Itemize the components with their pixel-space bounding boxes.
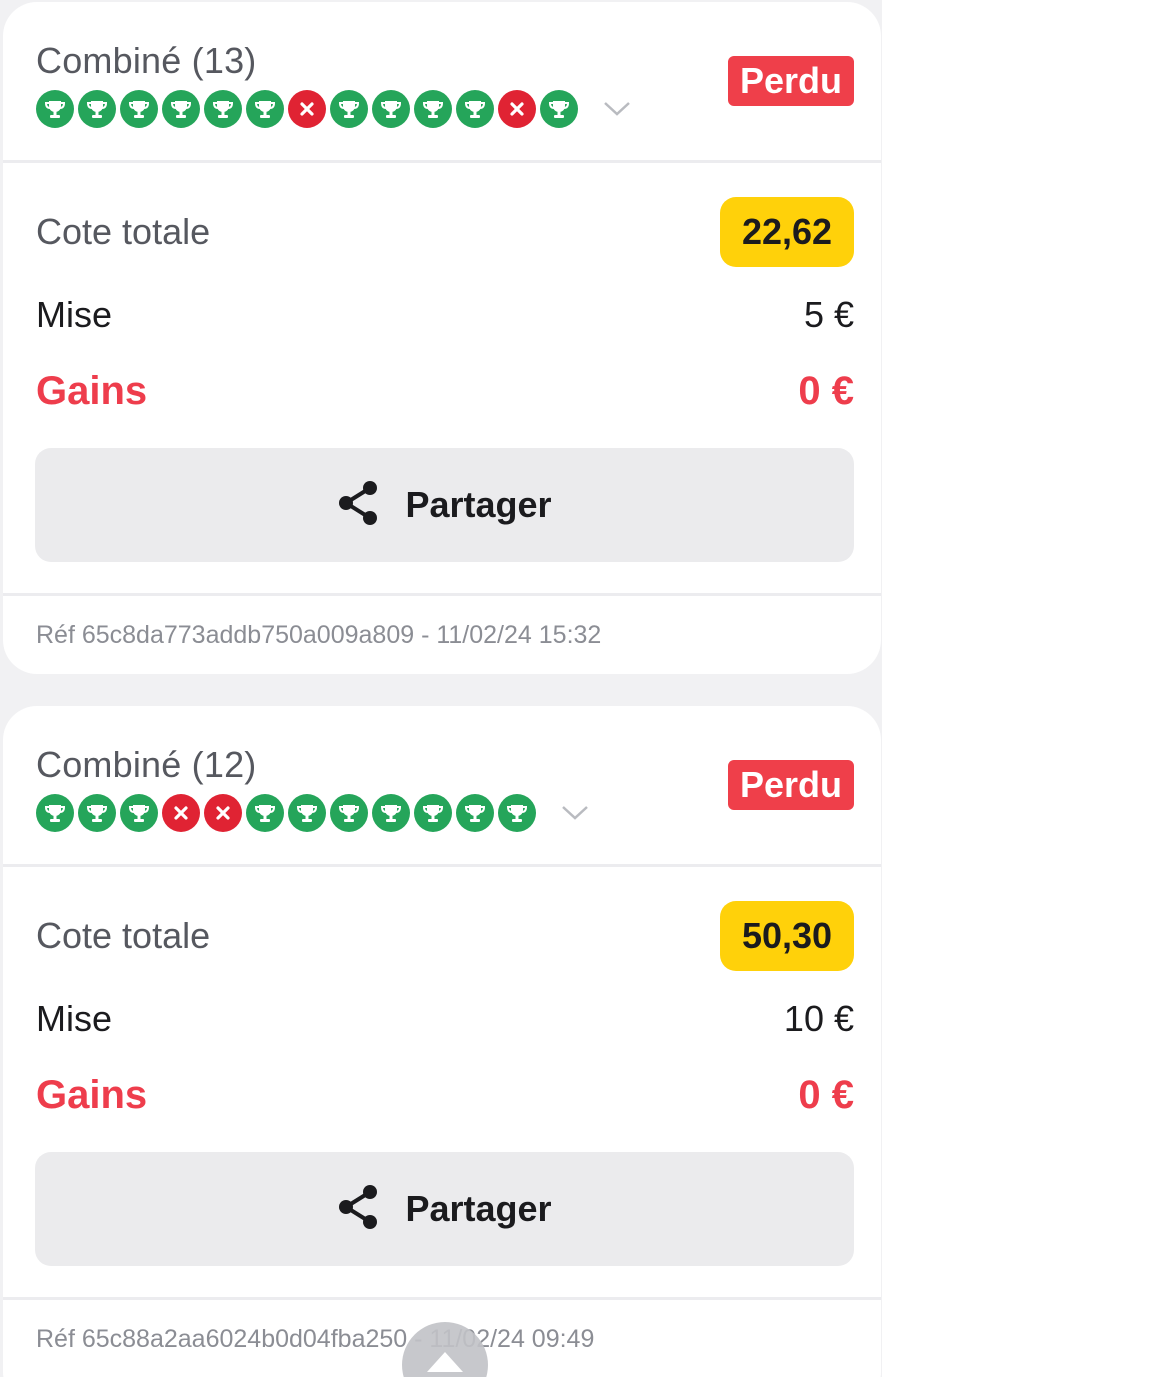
trophy-icon xyxy=(540,90,578,128)
bet-title: Combiné (12) xyxy=(36,744,257,785)
trophy-icon xyxy=(456,90,494,128)
bet-legs xyxy=(36,90,632,128)
winnings-label: Gains xyxy=(36,368,148,413)
trophy-icon xyxy=(414,90,452,128)
bet-card-header[interactable]: Combiné (12) Perdu xyxy=(3,706,881,867)
bet-title: Combiné (13) xyxy=(36,40,257,81)
trophy-icon xyxy=(372,794,410,832)
trophy-icon xyxy=(456,794,494,832)
cross-icon xyxy=(204,794,242,832)
trophy-icon xyxy=(36,90,74,128)
winnings-value: 0 € xyxy=(798,1072,854,1117)
cross-icon xyxy=(498,90,536,128)
stake-value: 10 € xyxy=(783,998,854,1039)
trophy-icon xyxy=(498,794,536,832)
bet-list: Combiné (13) Perdu Cote totale 22,62 Mis… xyxy=(0,0,882,1377)
total-odds-badge: 22,62 xyxy=(720,197,854,267)
bet-card: Combiné (13) Perdu Cote totale 22,62 Mis… xyxy=(3,2,881,674)
share-label: Partager xyxy=(405,484,552,525)
trophy-icon xyxy=(414,794,452,832)
trophy-icon xyxy=(288,794,326,832)
trophy-icon xyxy=(162,90,200,128)
status-badge: Perdu xyxy=(727,56,854,106)
winnings-row: Gains 0 € xyxy=(36,1071,854,1119)
trophy-icon xyxy=(120,90,158,128)
bet-history-screen: Combiné (13) Perdu Cote totale 22,62 Mis… xyxy=(0,0,1152,1377)
bet-card-body: Cote totale 50,30 Mise 10 € Gains 0 € Pa… xyxy=(3,867,881,1300)
trophy-icon xyxy=(78,90,116,128)
stake-label: Mise xyxy=(36,998,113,1039)
winnings-label: Gains xyxy=(36,1072,148,1117)
total-odds-label: Cote totale xyxy=(36,211,211,252)
share-icon xyxy=(337,480,379,531)
stake-row: Mise 5 € xyxy=(36,293,854,337)
trophy-icon xyxy=(246,90,284,128)
winnings-row: Gains 0 € xyxy=(36,367,854,415)
trophy-icon xyxy=(78,794,116,832)
trophy-icon xyxy=(36,794,74,832)
trophy-icon xyxy=(204,90,242,128)
chevron-down-icon[interactable] xyxy=(560,794,590,832)
bet-card: Combiné (12) Perdu Cote totale 50,30 Mis… xyxy=(3,706,881,1377)
trophy-icon xyxy=(120,794,158,832)
cross-icon xyxy=(288,90,326,128)
total-odds-badge: 50,30 xyxy=(720,901,854,971)
trophy-icon xyxy=(330,90,368,128)
cross-icon xyxy=(162,794,200,832)
total-odds-label: Cote totale xyxy=(36,915,211,956)
trophy-icon xyxy=(330,794,368,832)
share-icon xyxy=(337,1184,379,1235)
bet-card-body: Cote totale 22,62 Mise 5 € Gains 0 € Par… xyxy=(3,163,881,596)
winnings-value: 0 € xyxy=(798,368,854,413)
stake-value: 5 € xyxy=(803,294,854,335)
total-odds-row: Cote totale 50,30 xyxy=(36,901,854,971)
bet-reference: Réf 65c8da773addb750a009a809 - 11/02/24 … xyxy=(36,621,602,649)
stake-label: Mise xyxy=(36,294,113,335)
status-badge: Perdu xyxy=(727,760,854,810)
chevron-down-icon[interactable] xyxy=(602,90,632,128)
share-button[interactable]: Partager xyxy=(35,1152,854,1266)
share-label: Partager xyxy=(405,1188,552,1229)
total-odds-row: Cote totale 22,62 xyxy=(36,197,854,267)
bet-card-header[interactable]: Combiné (13) Perdu xyxy=(3,2,881,163)
share-button[interactable]: Partager xyxy=(35,448,854,562)
bet-legs xyxy=(36,794,590,832)
trophy-icon xyxy=(246,794,284,832)
trophy-icon xyxy=(372,90,410,128)
bet-reference: Réf 65c88a2aa6024b0d04fba250 - 11/02/24 … xyxy=(36,1325,595,1353)
bet-card-footer: Réf 65c8da773addb750a009a809 - 11/02/24 … xyxy=(3,596,881,674)
chevron-up-icon xyxy=(425,1322,465,1377)
stake-row: Mise 10 € xyxy=(36,997,854,1041)
